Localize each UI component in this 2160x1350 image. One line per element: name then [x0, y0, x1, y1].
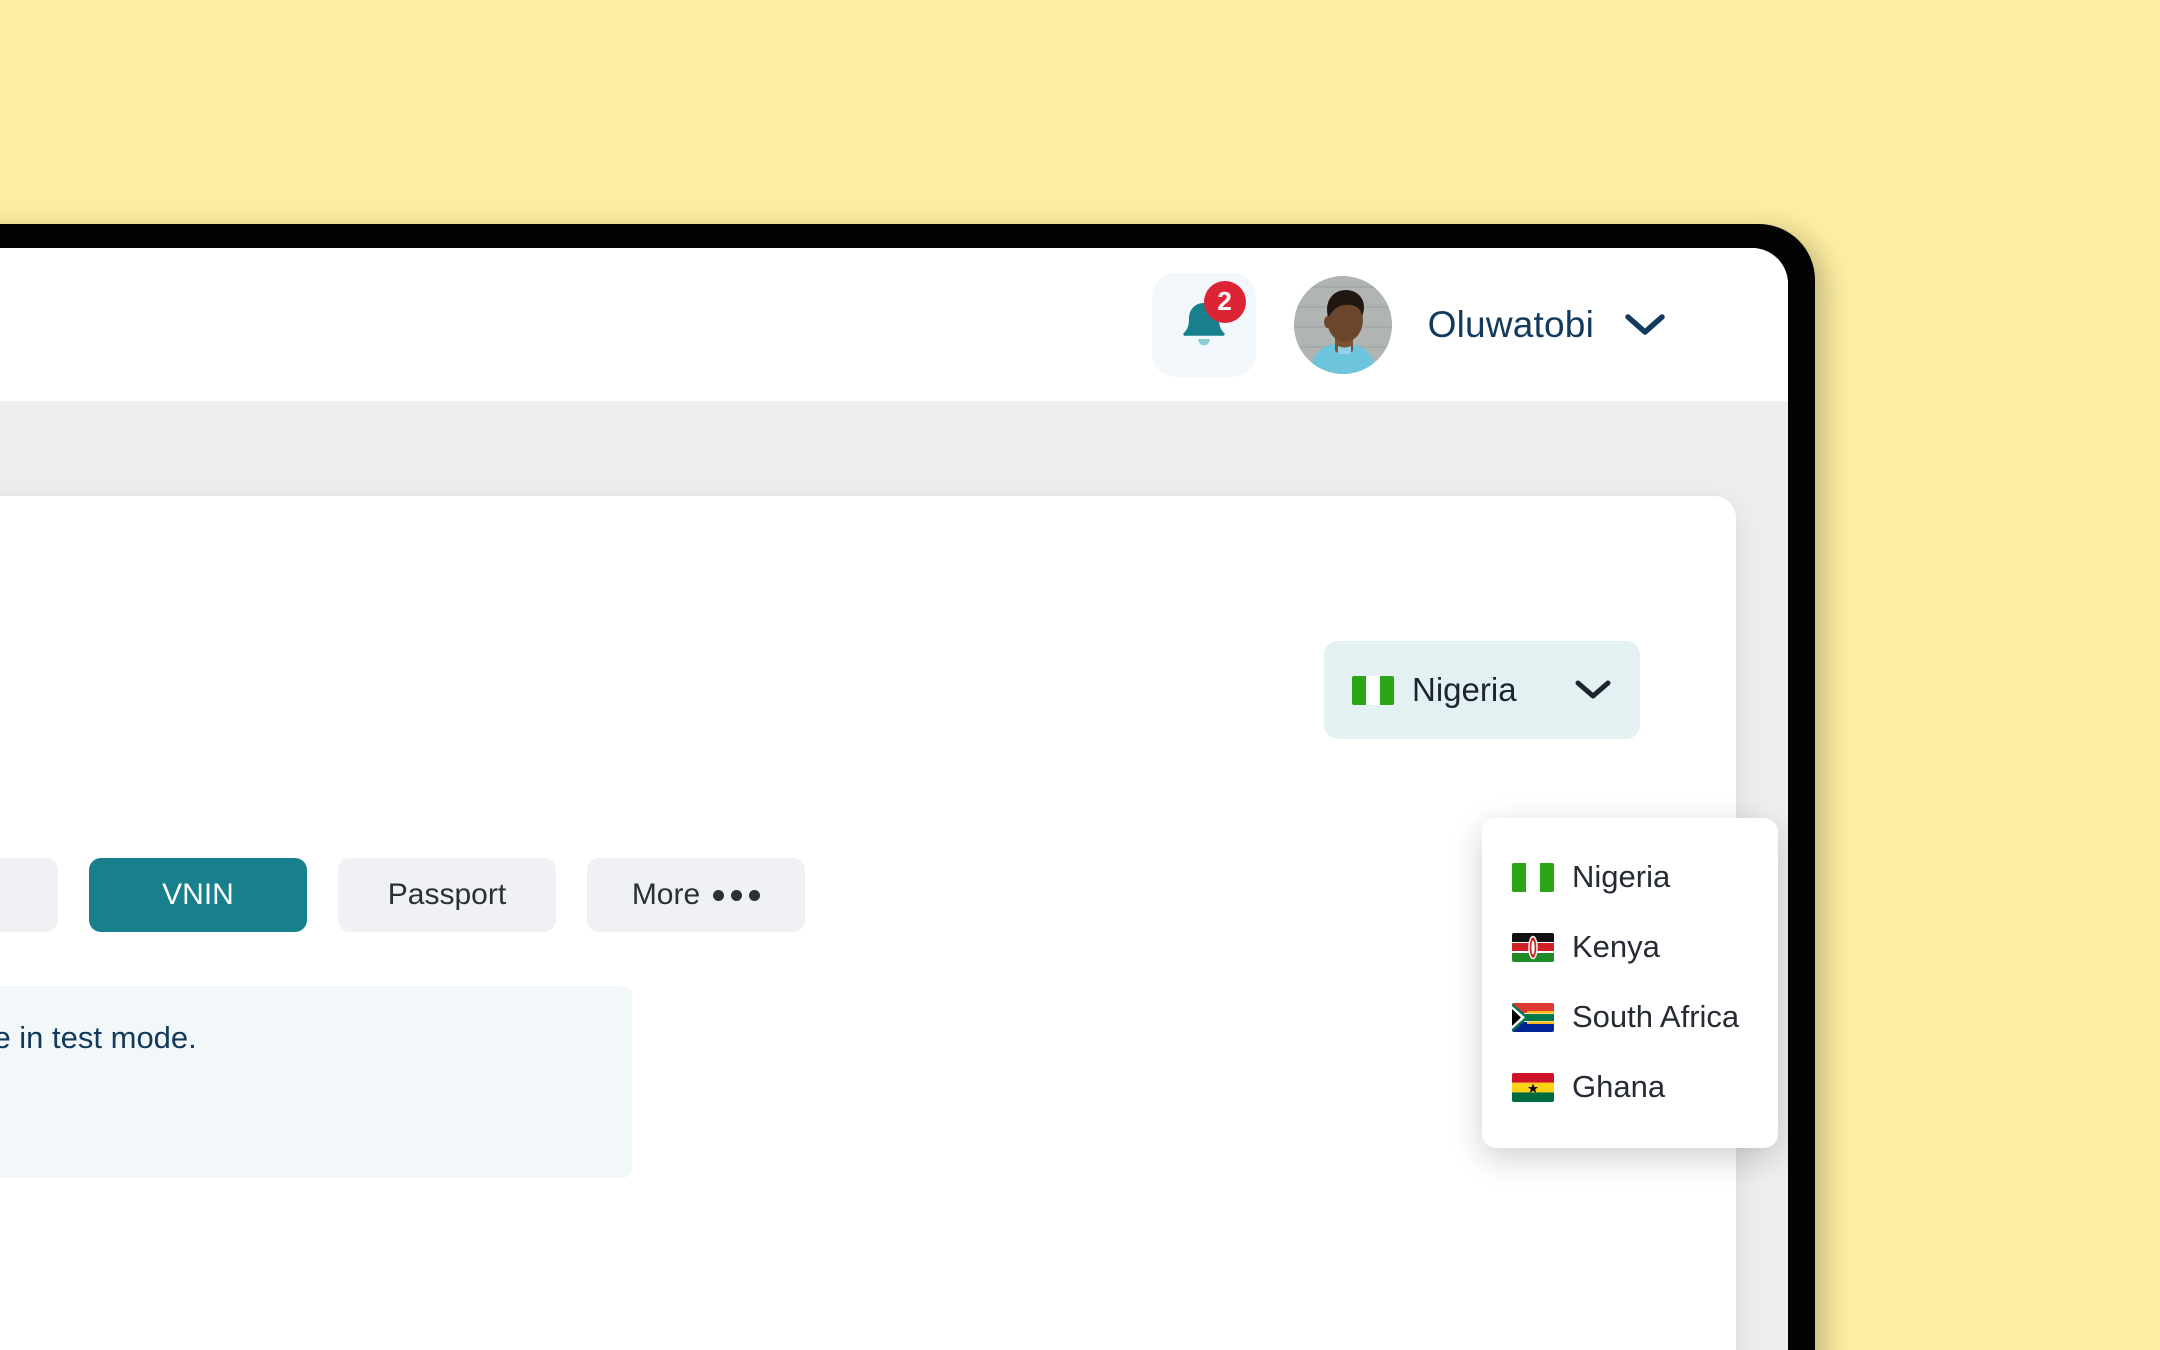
app-top-bar: 2 Oluwatobi: [0, 248, 1788, 401]
test-mode-info-box: use to test this service in test mode. t…: [0, 986, 632, 1178]
flag-nigeria-icon: [1512, 862, 1554, 892]
tab-more-label: More: [631, 878, 701, 911]
flag-nigeria-icon: [1352, 675, 1394, 705]
country-option-nigeria[interactable]: Nigeria: [1482, 842, 1778, 912]
screenshot-stage: 2 Oluwatobi Nigeria Nigeria Kenya South …: [0, 0, 2160, 1350]
main-content-card: Nigeria Nigeria Kenya South Africa Ghana…: [0, 496, 1778, 1350]
country-option-ghana[interactable]: Ghana: [1482, 1052, 1778, 1122]
country-option-label: Ghana: [1572, 1069, 1666, 1104]
tab-partial-left[interactable]: [0, 858, 58, 932]
user-name[interactable]: Oluwatobi: [1428, 304, 1594, 346]
notifications-button[interactable]: 2: [1151, 272, 1256, 377]
country-option-south-africa[interactable]: South Africa: [1482, 982, 1778, 1052]
flag-south-africa-icon: [1512, 1002, 1554, 1032]
chevron-down-icon[interactable]: [1574, 678, 1612, 702]
country-option-label: Nigeria: [1572, 859, 1671, 894]
country-option-label: South Africa: [1572, 999, 1740, 1034]
device-screen: 2 Oluwatobi Nigeria Nigeria Kenya South …: [0, 248, 1788, 1350]
tab-more[interactable]: More: [587, 858, 805, 932]
info-box-line-2: t data: [0, 1104, 592, 1140]
tab-passport[interactable]: Passport: [338, 858, 556, 932]
verification-type-tabs: VNIN Passport More: [0, 858, 805, 932]
country-selector-label: Nigeria: [1412, 671, 1517, 708]
flag-ghana-icon: [1512, 1072, 1554, 1102]
country-option-label: Kenya: [1572, 929, 1660, 964]
info-box-line-1: use to test this service in test mode.: [0, 1020, 197, 1055]
country-selector-button[interactable]: Nigeria: [1324, 641, 1640, 739]
country-option-kenya[interactable]: Kenya: [1482, 912, 1778, 982]
avatar[interactable]: [1293, 275, 1392, 374]
ellipsis-icon: [713, 889, 761, 901]
country-dropdown-menu[interactable]: Nigeria Kenya South Africa Ghana: [1482, 818, 1778, 1148]
notification-count-badge: 2: [1203, 280, 1246, 323]
tab-vnin[interactable]: VNIN: [89, 858, 307, 932]
flag-kenya-icon: [1512, 932, 1554, 962]
chevron-down-icon[interactable]: [1624, 312, 1666, 338]
page-body: Nigeria Nigeria Kenya South Africa Ghana…: [0, 401, 1788, 1350]
